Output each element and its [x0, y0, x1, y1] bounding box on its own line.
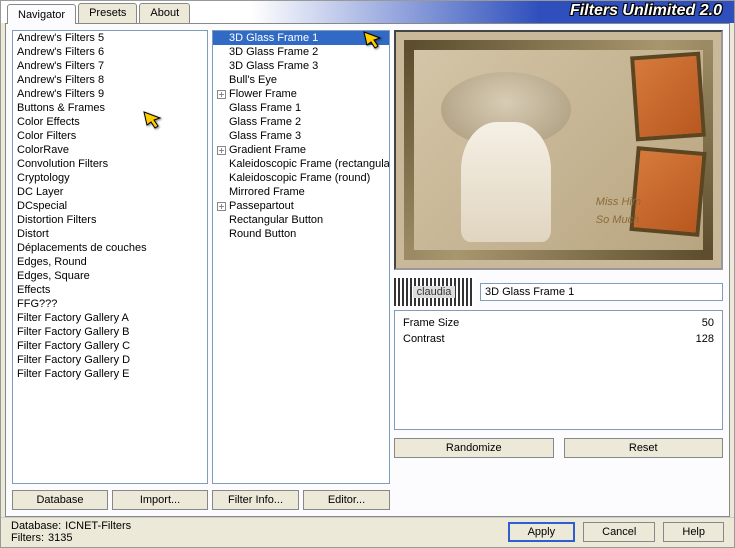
preview-text-1: Miss Him: [596, 196, 641, 208]
list-item[interactable]: Andrew's Filters 6: [13, 45, 207, 59]
list-item[interactable]: Effects: [13, 283, 207, 297]
list-item[interactable]: FFG???: [13, 297, 207, 311]
list-item[interactable]: 3D Glass Frame 2: [213, 45, 389, 59]
list-item-label: Glass Frame 1: [229, 102, 301, 114]
expand-icon[interactable]: [217, 146, 226, 155]
list-item[interactable]: Filter Factory Gallery E: [13, 367, 207, 381]
slider-row[interactable]: Frame Size 50: [399, 315, 718, 331]
list-item[interactable]: Gradient Frame: [213, 143, 389, 157]
list-item-label: 3D Glass Frame 3: [229, 60, 318, 72]
list-item[interactable]: Filter Factory Gallery D: [13, 353, 207, 367]
list-item[interactable]: Passepartout: [213, 199, 389, 213]
list-item[interactable]: Edges, Round: [13, 255, 207, 269]
list-item[interactable]: Glass Frame 2: [213, 115, 389, 129]
filter-list[interactable]: 3D Glass Frame 1 3D Glass Frame 2 3D Glass…: [212, 30, 390, 484]
slider-row[interactable]: Contrast 128: [399, 331, 718, 347]
list-item[interactable]: Distortion Filters: [13, 213, 207, 227]
current-filter-name: 3D Glass Frame 1: [480, 283, 723, 301]
slider-panel: Frame Size 50 Contrast 128: [394, 310, 723, 430]
list-item[interactable]: ColorRave: [13, 143, 207, 157]
list-item[interactable]: Filter Factory Gallery A: [13, 311, 207, 325]
apply-button[interactable]: Apply: [508, 522, 576, 542]
preview-panel: Miss Him So Much: [394, 30, 723, 270]
list-item[interactable]: Déplacements de couches: [13, 241, 207, 255]
list-item-label: Rectangular Button: [229, 214, 323, 226]
list-item[interactable]: Convolution Filters: [13, 157, 207, 171]
list-item[interactable]: 3D Glass Frame 1: [213, 31, 389, 45]
list-item[interactable]: Filter Factory Gallery C: [13, 339, 207, 353]
help-button[interactable]: Help: [663, 522, 724, 542]
list-item[interactable]: Glass Frame 1: [213, 101, 389, 115]
list-item-label: Round Button: [229, 228, 296, 240]
list-item[interactable]: Buttons & Frames: [13, 101, 207, 115]
list-item-label: Gradient Frame: [229, 144, 306, 156]
database-button[interactable]: Database: [12, 490, 108, 510]
category-list[interactable]: Andrew's Filters 5Andrew's Filters 6Andr…: [12, 30, 208, 484]
list-item-label: Kaleidoscopic Frame (rectangular): [229, 158, 390, 170]
footer-info: Database:ICNET-Filters Filters:3135: [11, 520, 131, 544]
list-item[interactable]: DC Layer: [13, 185, 207, 199]
app-title: Filters Unlimited 2.0: [570, 2, 722, 20]
list-item[interactable]: Andrew's Filters 7: [13, 59, 207, 73]
list-item[interactable]: Mirrored Frame: [213, 185, 389, 199]
list-item[interactable]: Distort: [13, 227, 207, 241]
list-item-label: Glass Frame 3: [229, 130, 301, 142]
slider-value: 50: [702, 317, 714, 329]
list-item-label: Glass Frame 2: [229, 116, 301, 128]
tab-presets[interactable]: Presets: [78, 3, 137, 23]
tab-navigator[interactable]: Navigator: [7, 4, 76, 24]
list-item[interactable]: Flower Frame: [213, 87, 389, 101]
list-item-label: Passepartout: [229, 200, 294, 212]
list-item[interactable]: Andrew's Filters 8: [13, 73, 207, 87]
list-item[interactable]: Round Button: [213, 227, 389, 241]
randomize-button[interactable]: Randomize: [394, 438, 554, 458]
list-item[interactable]: Kaleidoscopic Frame (round): [213, 171, 389, 185]
import-button[interactable]: Import...: [112, 490, 208, 510]
list-item[interactable]: Kaleidoscopic Frame (rectangular): [213, 157, 389, 171]
list-item-label: Bull's Eye: [229, 74, 277, 86]
list-item[interactable]: DCspecial: [13, 199, 207, 213]
list-item[interactable]: Andrew's Filters 9: [13, 87, 207, 101]
slider-value: 128: [696, 333, 714, 345]
list-item-label: 3D Glass Frame 2: [229, 46, 318, 58]
tab-bar: Navigator Presets About: [7, 3, 192, 23]
list-item[interactable]: Rectangular Button: [213, 213, 389, 227]
slider-label: Contrast: [403, 333, 445, 345]
list-item[interactable]: 3D Glass Frame 3: [213, 59, 389, 73]
expand-icon[interactable]: [217, 90, 226, 99]
watermark-badge: claudia: [394, 278, 474, 306]
list-item-label: Flower Frame: [229, 88, 297, 100]
list-item-label: 3D Glass Frame 1: [229, 32, 318, 44]
list-item[interactable]: Edges, Square: [13, 269, 207, 283]
editor-button[interactable]: Editor...: [303, 490, 390, 510]
reset-button[interactable]: Reset: [564, 438, 724, 458]
cancel-button[interactable]: Cancel: [583, 522, 655, 542]
list-item[interactable]: Color Effects: [13, 115, 207, 129]
list-item[interactable]: Filter Factory Gallery B: [13, 325, 207, 339]
list-item-label: Mirrored Frame: [229, 186, 305, 198]
list-item[interactable]: Bull's Eye: [213, 73, 389, 87]
list-item[interactable]: Andrew's Filters 5: [13, 31, 207, 45]
list-item[interactable]: Glass Frame 3: [213, 129, 389, 143]
filter-info-button[interactable]: Filter Info...: [212, 490, 299, 510]
list-item-label: Kaleidoscopic Frame (round): [229, 172, 370, 184]
list-item[interactable]: Color Filters: [13, 129, 207, 143]
list-item[interactable]: Cryptology: [13, 171, 207, 185]
slider-label: Frame Size: [403, 317, 459, 329]
expand-icon[interactable]: [217, 202, 226, 211]
preview-text-2: So Much: [596, 214, 639, 226]
tab-about[interactable]: About: [139, 3, 190, 23]
